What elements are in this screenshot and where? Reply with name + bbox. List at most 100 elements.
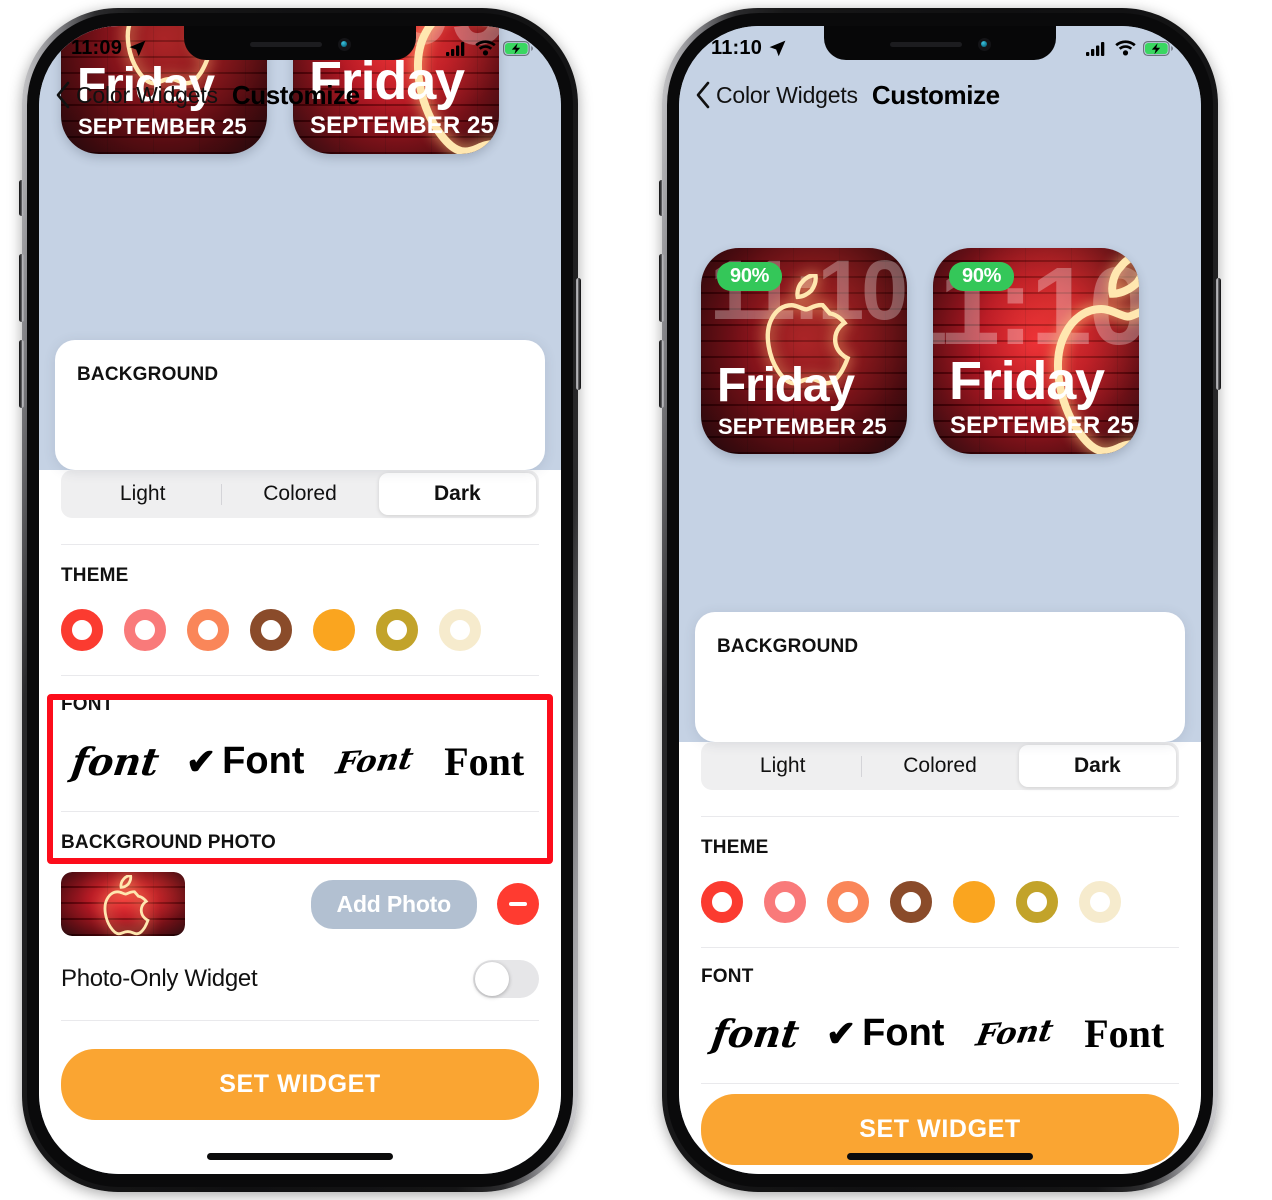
apple-logo-icon: [103, 875, 150, 936]
font-option-serif[interactable]: Font: [429, 738, 539, 785]
widget-preview-row-right: 11:10 90% Friday SEPTEMBER 25 11:10: [701, 248, 1139, 454]
back-button-left[interactable]: Color Widgets: [55, 81, 218, 109]
widget-preview-small[interactable]: 11:10 90% Friday SEPTEMBER 25: [701, 248, 907, 454]
volume-up-button[interactable]: [19, 254, 24, 322]
segment-dark[interactable]: Dark: [1018, 745, 1176, 787]
font-option-serif[interactable]: Font: [1069, 1010, 1179, 1057]
battery-charging-icon: [1143, 40, 1173, 56]
background-photo-thumbnail[interactable]: [61, 872, 185, 936]
background-section-label: BACKGROUND: [77, 364, 219, 385]
photo-only-widget-toggle[interactable]: [473, 960, 539, 998]
home-indicator[interactable]: [847, 1153, 1033, 1160]
font-option-sans[interactable]: ✔ Font: [171, 740, 320, 783]
theme-swatch-row: [61, 609, 539, 651]
settings-sheet-right: Light Colored Dark THEME FONT font ✔ Fon…: [679, 742, 1201, 1174]
check-icon: ✔: [826, 1012, 857, 1054]
set-widget-button[interactable]: SET WIDGET: [61, 1049, 539, 1120]
screenshot-stage: 11:09 Color Widgets Customize Friday SEP…: [0, 0, 1272, 1200]
status-time: 11:10: [711, 36, 763, 59]
theme-swatch-cream[interactable]: [439, 609, 481, 651]
font-option-brush[interactable]: Font: [320, 741, 430, 781]
font-option-row: font ✔ Font Font Font: [61, 738, 539, 785]
widget-day: Friday: [717, 359, 855, 412]
font-option-script[interactable]: font: [701, 1011, 811, 1056]
front-camera-icon: [977, 37, 991, 51]
silent-switch[interactable]: [19, 180, 24, 216]
earpiece-speaker: [889, 41, 962, 47]
photo-only-widget-row: Photo-Only Widget: [61, 960, 539, 998]
check-icon: ✔: [186, 740, 217, 782]
add-photo-button[interactable]: Add Photo: [310, 879, 477, 929]
background-photo-section-label: BACKGROUND PHOTO: [61, 832, 277, 853]
theme-section-label: THEME: [61, 565, 129, 586]
segment-colored-label: Colored: [263, 482, 337, 505]
settings-card-left: BACKGROUND: [55, 340, 545, 470]
back-button-label: Color Widgets: [716, 81, 858, 108]
signal-bars-icon: [446, 41, 465, 56]
theme-section-label: THEME: [701, 837, 769, 858]
background-segmented-control[interactable]: Light Colored Dark: [701, 742, 1179, 790]
silent-switch[interactable]: [659, 180, 664, 216]
font-option-script[interactable]: font: [61, 739, 171, 784]
theme-swatch-coral[interactable]: [187, 609, 229, 651]
screen-right: 11:10 Color Widgets Customize 11:10 90% …: [679, 26, 1201, 1174]
font-option-sans[interactable]: ✔ Font: [811, 1012, 960, 1055]
widget-date: SEPTEMBER 25: [718, 414, 887, 439]
battery-charging-icon: [503, 40, 533, 56]
theme-swatch-salmon[interactable]: [124, 609, 166, 651]
segment-colored[interactable]: Colored: [861, 745, 1018, 787]
nav-bar-left: Color Widgets Customize: [39, 70, 561, 120]
background-section-label: BACKGROUND: [717, 636, 859, 657]
power-button[interactable]: [1216, 278, 1221, 390]
home-indicator[interactable]: [207, 1153, 393, 1160]
segment-divider: [221, 483, 223, 505]
theme-swatch-red[interactable]: [701, 881, 743, 923]
volume-up-button[interactable]: [659, 254, 664, 322]
segment-divider: [861, 755, 863, 777]
back-button-right[interactable]: Color Widgets: [695, 81, 858, 109]
theme-swatch-brown[interactable]: [250, 609, 292, 651]
font-section-label: FONT: [61, 694, 114, 715]
segment-dark[interactable]: Dark: [378, 473, 536, 515]
screen-left: 11:09 Color Widgets Customize Friday SEP…: [39, 26, 561, 1174]
volume-down-button[interactable]: [659, 340, 664, 408]
status-time-group: 11:10: [711, 37, 787, 60]
segment-colored[interactable]: Colored: [221, 473, 378, 515]
battery-badge: 90%: [717, 262, 783, 291]
battery-badge: 90%: [949, 262, 1015, 291]
back-button-label: Color Widgets: [76, 81, 218, 108]
notch: [824, 26, 1056, 60]
status-time: 11:09: [71, 36, 123, 59]
status-time-group: 11:09: [71, 37, 147, 60]
theme-swatch-gold[interactable]: [376, 609, 418, 651]
settings-card-right: BACKGROUND: [695, 612, 1185, 742]
segment-light[interactable]: Light: [704, 745, 861, 787]
theme-swatch-brown[interactable]: [890, 881, 932, 923]
segment-light[interactable]: Light: [64, 473, 221, 515]
status-indicators: [446, 40, 533, 56]
font-option-brush[interactable]: Font: [960, 1013, 1070, 1053]
wifi-icon: [1115, 40, 1136, 56]
theme-swatch-cream[interactable]: [1079, 881, 1121, 923]
theme-swatch-orange[interactable]: [313, 609, 355, 651]
notch: [184, 26, 416, 60]
location-arrow-icon: [129, 40, 146, 56]
font-option-row: font ✔ Font Font Font: [701, 1010, 1179, 1057]
location-arrow-icon: [769, 40, 786, 56]
widget-date: SEPTEMBER 25: [950, 412, 1134, 439]
background-segmented-control[interactable]: Light Colored Dark: [61, 470, 539, 518]
theme-swatch-red[interactable]: [61, 609, 103, 651]
volume-down-button[interactable]: [19, 340, 24, 408]
chevron-left-icon: [696, 81, 710, 109]
chevron-left-icon: [56, 81, 70, 109]
theme-swatch-coral[interactable]: [827, 881, 869, 923]
minus-circle-icon[interactable]: [497, 883, 539, 925]
theme-swatch-gold[interactable]: [1016, 881, 1058, 923]
theme-swatch-salmon[interactable]: [764, 881, 806, 923]
power-button[interactable]: [576, 278, 581, 390]
front-camera-icon: [337, 37, 351, 51]
widget-preview-large[interactable]: 11:10 90% Friday SEPTEMBER 25: [933, 248, 1139, 454]
font-section-label: FONT: [701, 966, 754, 987]
widget-day: Friday: [949, 351, 1105, 411]
theme-swatch-orange[interactable]: [953, 881, 995, 923]
